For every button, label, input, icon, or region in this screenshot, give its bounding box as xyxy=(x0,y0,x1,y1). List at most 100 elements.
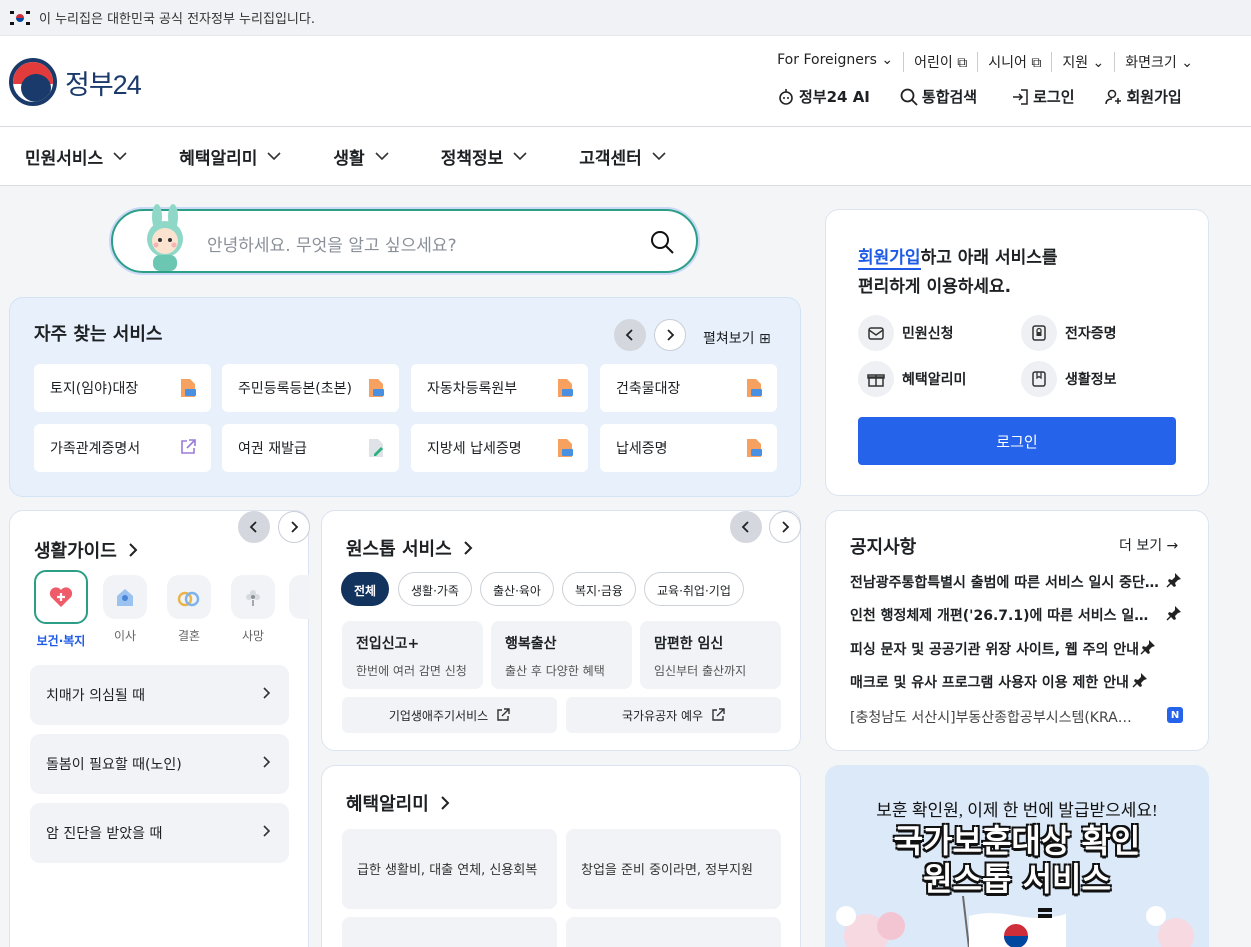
notice-board: 공지사항 더 보기 → 전남광주통합특별시 출범에 따른 서비스 일시 중단 안… xyxy=(825,510,1209,751)
external-link-icon xyxy=(181,439,196,454)
external-link-icon xyxy=(712,708,725,721)
logo[interactable]: 정부24 xyxy=(9,58,142,106)
util-support[interactable]: 지원 ⌄ xyxy=(1051,52,1114,72)
gnb-item-benefit[interactable]: 혜택알리미 xyxy=(179,144,281,169)
feature-e-cert[interactable]: 전자증명 xyxy=(1021,315,1117,351)
chip-welfare-finance[interactable]: 복지·금융 xyxy=(562,572,636,606)
onestop-services: 원스톱 서비스 전체 생활·가족 출산·육아 복지·금융 교육·취업·기업 전입… xyxy=(321,510,801,751)
service-item[interactable]: 토지(임야)대장 xyxy=(34,364,211,412)
category-more[interactable] xyxy=(289,575,309,627)
category-death[interactable]: 사망 xyxy=(225,575,281,644)
service-item[interactable]: 건축물대장 xyxy=(600,364,777,412)
signup-link-inline[interactable]: 회원가입 xyxy=(858,248,921,270)
chip-education-job[interactable]: 교육·취업·기업 xyxy=(644,572,744,606)
notice-item[interactable]: 피싱 문자 및 공공기관 위장 사이트, 웹 주의 안내 xyxy=(850,639,1184,659)
gnb-item-civil[interactable]: 민원서비스 xyxy=(25,144,127,169)
onestop-title[interactable]: 원스톱 서비스 xyxy=(346,535,473,561)
util-kids[interactable]: 어린이 ⧉ xyxy=(903,52,977,72)
benefit-item[interactable] xyxy=(566,917,781,947)
notice-item[interactable]: 전남광주통합특별시 출범에 따른 서비스 일시 중단 안내 xyxy=(850,572,1162,592)
login-icon xyxy=(1013,88,1028,105)
signup-link[interactable]: 회원가입 xyxy=(1104,86,1182,107)
category-marriage[interactable]: 결혼 xyxy=(161,575,217,644)
service-item[interactable]: 납세증명 xyxy=(600,424,777,472)
util-senior[interactable]: 시니어 ⧉ xyxy=(977,52,1051,72)
pdf-document-icon xyxy=(747,379,762,397)
chevron-right-icon xyxy=(667,329,675,341)
next-button[interactable] xyxy=(654,319,686,351)
notice-more-link[interactable]: 더 보기 → xyxy=(1119,535,1178,555)
benefit-title[interactable]: 혜택알리미 xyxy=(346,790,450,816)
category-health-welfare[interactable]: 보건·복지 xyxy=(33,570,89,649)
gnb-item-policy[interactable]: 정책정보 xyxy=(441,144,528,169)
prev-button[interactable] xyxy=(730,511,762,543)
next-button[interactable] xyxy=(278,511,310,543)
flag-flowers-illustration xyxy=(836,895,1194,947)
pdf-document-icon xyxy=(747,439,762,457)
notice-item[interactable]: 인천 행정체제 개편('26.7.1)에 따른 서비스 일시 중단 xyxy=(850,605,1152,625)
service-item[interactable]: 가족관계증명서 xyxy=(34,424,211,472)
benefit-item[interactable]: 창업을 준비 중이라면, 정부지원 xyxy=(566,829,781,909)
search-placeholder[interactable]: 안녕하세요. 무엇을 알고 싶으세요? xyxy=(207,231,457,256)
util-foreigners[interactable]: For Foreigners ⌄ xyxy=(767,52,903,72)
search-icon[interactable] xyxy=(650,230,674,254)
gnb-item-life[interactable]: 생활 xyxy=(333,144,389,169)
login-link[interactable]: 로그인 xyxy=(1011,86,1075,107)
category-moving[interactable]: 이사 xyxy=(97,575,153,644)
pdf-document-icon xyxy=(558,379,573,397)
onestop-link[interactable]: 국가유공자 예우 xyxy=(566,697,781,733)
search-bar[interactable]: 안녕하세요. 무엇을 알고 싶으세요? xyxy=(111,204,698,273)
bunny-mascot-icon xyxy=(147,204,183,271)
expand-button[interactable]: 펼쳐보기 ⊞ xyxy=(703,328,771,348)
feature-benefit[interactable]: 혜택알리미 xyxy=(858,361,966,397)
guide-item[interactable]: 암 진단을 받았을 때 xyxy=(30,803,289,863)
feature-civil-apply[interactable]: 민원신청 xyxy=(858,315,954,351)
onestop-link[interactable]: 기업생애주기서비스 xyxy=(342,697,557,733)
ai-robot-icon xyxy=(779,88,793,105)
login-button[interactable]: 로그인 xyxy=(858,417,1176,465)
promo-banner[interactable]: 보훈 확인원, 이제 한 번에 발급받으세요! 국가보훈대상 확인 원스톱 서비스 xyxy=(825,765,1209,947)
lock-document-icon xyxy=(1021,315,1057,351)
onestop-item[interactable]: 행복출산 출산 후 다양한 혜택 xyxy=(491,621,632,689)
service-item[interactable]: 여권 재발급 xyxy=(222,424,399,472)
benefit-item[interactable] xyxy=(342,917,557,947)
pin-icon xyxy=(1166,606,1181,621)
guide-title[interactable]: 생활가이드 xyxy=(34,537,138,563)
chevron-left-icon xyxy=(249,521,257,533)
service-item[interactable]: 지방세 납세증명 xyxy=(411,424,588,472)
main-links: 정부24 AI 통합검색 로그인 회원가입 xyxy=(777,86,1212,107)
heart-plus-icon xyxy=(34,570,88,624)
ai-link[interactable]: 정부24 AI xyxy=(777,86,870,107)
gnb-item-support[interactable]: 고객센터 xyxy=(579,144,666,169)
chip-all[interactable]: 전체 xyxy=(341,572,390,606)
chevron-right-icon xyxy=(263,825,271,837)
pin-icon xyxy=(1166,573,1181,588)
service-item[interactable]: 자동차등록원부 xyxy=(411,364,588,412)
onestop-item[interactable]: 전입신고+ 한번에 여러 감면 신청 xyxy=(342,621,483,689)
guide-item[interactable]: 돌봄이 필요할 때(노인) xyxy=(30,734,289,794)
next-button[interactable] xyxy=(769,511,801,543)
prev-button[interactable] xyxy=(614,319,646,351)
chip-birth-parenting[interactable]: 출산·육아 xyxy=(480,572,554,606)
service-item[interactable]: 주민등록등본(초본) xyxy=(222,364,399,412)
pdf-document-icon xyxy=(558,439,573,457)
feature-life-info[interactable]: 생활정보 xyxy=(1021,361,1117,397)
onestop-item[interactable]: 맘편한 임신 임신부터 출산까지 xyxy=(640,621,781,689)
chevron-left-icon xyxy=(625,329,633,341)
chip-life-family[interactable]: 생활·가족 xyxy=(398,572,472,606)
gift-icon xyxy=(858,361,894,397)
unified-search-link[interactable]: 통합검색 xyxy=(900,86,977,107)
new-badge: N xyxy=(1167,707,1183,723)
prev-button[interactable] xyxy=(238,511,270,543)
chevron-right-icon xyxy=(291,521,299,533)
guide-item[interactable]: 치매가 의심될 때 xyxy=(30,665,289,725)
benefit-item[interactable]: 급한 생활비, 대출 연체, 신용회복 xyxy=(342,829,557,909)
chevron-right-icon xyxy=(129,543,138,557)
chevron-down-icon xyxy=(375,151,389,160)
flower-icon xyxy=(231,575,275,619)
chevron-down-icon xyxy=(113,151,127,160)
notice-item[interactable]: [충청남도 서산시]부동산종합공부시스템(KRAS) 서비스 xyxy=(850,707,1140,727)
login-card: 회원가입하고 아래 서비스를 편리하게 이용하세요. 민원신청 전자증명 혜택알… xyxy=(825,209,1209,496)
util-screen-size[interactable]: 화면크기 ⌄ xyxy=(1114,52,1203,72)
gov-notice-text[interactable]: 이 누리집은 대한민국 공식 전자정부 누리집입니다. xyxy=(39,8,315,27)
